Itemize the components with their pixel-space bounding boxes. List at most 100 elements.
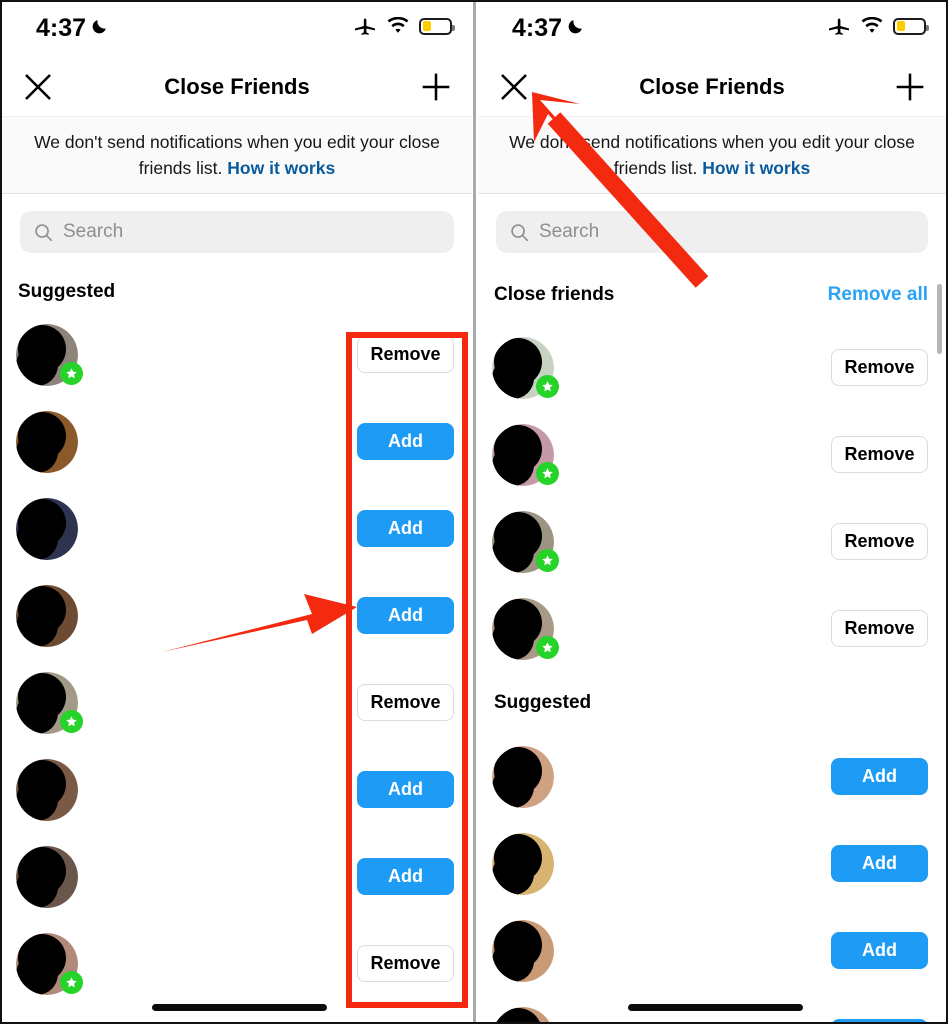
- add-button[interactable]: Add: [831, 932, 928, 969]
- remove-button[interactable]: Remove: [831, 523, 928, 560]
- screenshot-stage: 4:37 Close Friends We don't send notific…: [0, 0, 948, 1024]
- avatar-redaction: [16, 779, 58, 821]
- list-item[interactable]: Remove: [2, 322, 472, 409]
- page-title: Close Friends: [164, 74, 310, 99]
- star-icon: [66, 977, 77, 988]
- avatar-redaction: [492, 357, 534, 399]
- nav-bar: Close Friends: [478, 58, 946, 116]
- section-header-suggested: Suggested: [18, 281, 116, 302]
- panel-divider: [473, 2, 476, 1022]
- close-friend-star-badge: [60, 362, 83, 385]
- status-bar-indicators: [827, 16, 929, 36]
- add-button[interactable]: Add: [831, 845, 928, 882]
- add-button[interactable]: Add: [357, 858, 454, 895]
- wifi-icon: [387, 17, 409, 33]
- battery-low-power-icon: [419, 17, 455, 35]
- remove-all-button[interactable]: Remove all: [828, 284, 928, 306]
- plus-icon[interactable]: [894, 71, 926, 103]
- battery-low-power-icon: [893, 17, 929, 35]
- notice-text: We don't send notifications when you edi…: [2, 129, 472, 181]
- status-bar-time: 4:37: [512, 14, 563, 42]
- home-indicator: [628, 1004, 803, 1011]
- status-bar: 4:37: [478, 2, 946, 58]
- add-button[interactable]: Add: [831, 758, 928, 795]
- list-item[interactable]: Add: [478, 918, 946, 1005]
- add-button[interactable]: Add: [357, 423, 454, 460]
- how-it-works-link[interactable]: How it works: [702, 158, 810, 178]
- star-icon: [542, 555, 553, 566]
- search-icon: [35, 223, 53, 241]
- crescent-moon-icon: [568, 20, 582, 34]
- search-section: Search: [2, 194, 472, 272]
- remove-button[interactable]: Remove: [831, 436, 928, 473]
- remove-button[interactable]: Remove: [357, 684, 454, 721]
- avatar-redaction: [492, 766, 534, 808]
- avatar: [16, 498, 78, 560]
- status-bar-indicators: [353, 16, 455, 36]
- list-item[interactable]: Add: [2, 496, 472, 583]
- remove-button[interactable]: Remove: [357, 945, 454, 982]
- notice-text: We don't send notifications when you edi…: [478, 129, 946, 181]
- star-icon: [542, 468, 553, 479]
- avatar-redaction: [16, 431, 58, 473]
- page-title: Close Friends: [639, 74, 785, 99]
- avatar: [16, 759, 78, 821]
- avatar-redaction: [16, 692, 58, 734]
- list-item[interactable]: Add: [2, 583, 472, 670]
- list-item[interactable]: Add: [2, 844, 472, 931]
- list-item[interactable]: Add: [478, 744, 946, 831]
- right-list-area[interactable]: Close friends Remove all Remove Remove Rem…: [478, 272, 946, 1022]
- avatar-redaction: [16, 344, 58, 386]
- notice-banner: We don't send notifications when you edi…: [478, 116, 946, 194]
- add-button[interactable]: Add: [357, 597, 454, 634]
- close-friend-star-badge: [536, 636, 559, 659]
- plus-icon[interactable]: [420, 71, 452, 103]
- list-item[interactable]: Remove: [478, 335, 946, 422]
- avatar-redaction: [16, 605, 58, 647]
- list-item[interactable]: Add: [478, 831, 946, 918]
- status-bar-time: 4:37: [36, 14, 87, 42]
- list-item[interactable]: Remove: [478, 422, 946, 509]
- avatar: [492, 1007, 554, 1022]
- section-header-close-friends: Close friends: [494, 284, 615, 305]
- left-phone-screen: 4:37 Close Friends We don't send notific…: [2, 2, 472, 1022]
- add-button[interactable]: Add: [357, 510, 454, 547]
- avatar-redaction: [492, 940, 534, 982]
- search-placeholder: Search: [539, 221, 600, 242]
- search-section: Search: [478, 194, 946, 272]
- avatar-redaction: [492, 531, 534, 573]
- star-icon: [66, 716, 77, 727]
- close-friend-star-badge: [536, 375, 559, 398]
- airplane-mode-icon: [355, 18, 375, 35]
- left-list-area[interactable]: Suggested Remove Add Add Add Remove Add Add Rem…: [2, 272, 472, 1022]
- search-input[interactable]: Search: [20, 211, 454, 253]
- right-phone-screen: 4:37 Close Friends We don't send notific…: [478, 2, 946, 1022]
- list-item[interactable]: Remove: [2, 670, 472, 757]
- nav-bar: Close Friends: [2, 58, 472, 116]
- star-icon: [542, 381, 553, 392]
- avatar-redaction: [16, 953, 58, 995]
- section-header-suggested: Suggested: [494, 692, 592, 713]
- home-indicator: [152, 1004, 327, 1011]
- list-item[interactable]: Add: [2, 757, 472, 844]
- add-button[interactable]: Add: [357, 771, 454, 808]
- close-friend-star-badge: [60, 710, 83, 733]
- battery-fill: [422, 21, 432, 31]
- list-item[interactable]: Remove: [478, 509, 946, 596]
- how-it-works-link[interactable]: How it works: [227, 158, 335, 178]
- status-bar: 4:37: [2, 2, 472, 58]
- star-icon: [542, 642, 553, 653]
- close-friend-star-badge: [60, 971, 83, 994]
- remove-button[interactable]: Remove: [357, 336, 454, 373]
- avatar: [16, 846, 78, 908]
- remove-button[interactable]: Remove: [831, 349, 928, 386]
- search-input[interactable]: Search: [496, 211, 928, 253]
- list-item[interactable]: Remove: [478, 596, 946, 683]
- search-icon: [511, 223, 529, 241]
- scrollbar-thumb[interactable]: [937, 284, 942, 354]
- star-icon: [66, 368, 77, 379]
- list-item[interactable]: Add: [2, 409, 472, 496]
- remove-button[interactable]: Remove: [831, 610, 928, 647]
- avatar: [16, 585, 78, 647]
- add-button[interactable]: Add: [831, 1019, 928, 1022]
